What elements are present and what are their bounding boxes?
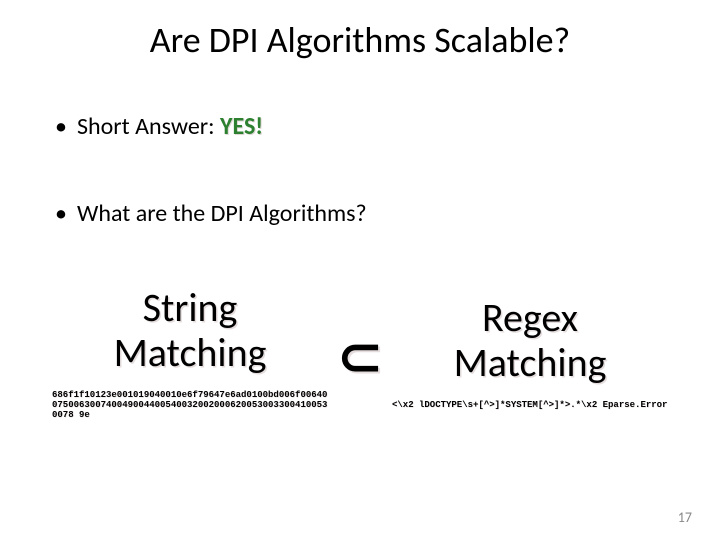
string-matching-title: String Matching <box>50 286 330 376</box>
short-answer-prefix: Short Answer: <box>77 112 220 141</box>
subset-icon: ⊂ <box>337 319 382 388</box>
regex-line2: Matching <box>390 341 670 386</box>
bullet-list: Short Answer: YES! What are the DPI Algo… <box>0 62 720 228</box>
slide-title: Are DPI Algorithms Scalable? <box>0 0 720 62</box>
bullet-question: What are the DPI Algorithms? <box>55 199 720 228</box>
string-line2: Matching <box>50 331 330 376</box>
string-line1: String <box>50 286 330 331</box>
bullet-short-answer: Short Answer: YES! <box>55 112 720 141</box>
matching-row: String Matching 686f1f10123e001019040010… <box>0 286 720 421</box>
regex-matching-title: Regex Matching <box>390 296 670 386</box>
string-code: 686f1f10123e001019040010e6f79647e6ad0100… <box>50 390 330 421</box>
regex-line1: Regex <box>390 296 670 341</box>
regex-code: <\x2 lDOCTYPE\s+[^>]*SYSTEM[^>]*>.*\x2 E… <box>390 400 670 410</box>
short-answer-yes: YES! <box>220 112 263 141</box>
slide-number: 17 <box>678 509 692 526</box>
regex-matching-block: Regex Matching <\x2 lDOCTYPE\s+[^>]*SYST… <box>390 296 670 410</box>
string-matching-block: String Matching 686f1f10123e001019040010… <box>50 286 330 421</box>
